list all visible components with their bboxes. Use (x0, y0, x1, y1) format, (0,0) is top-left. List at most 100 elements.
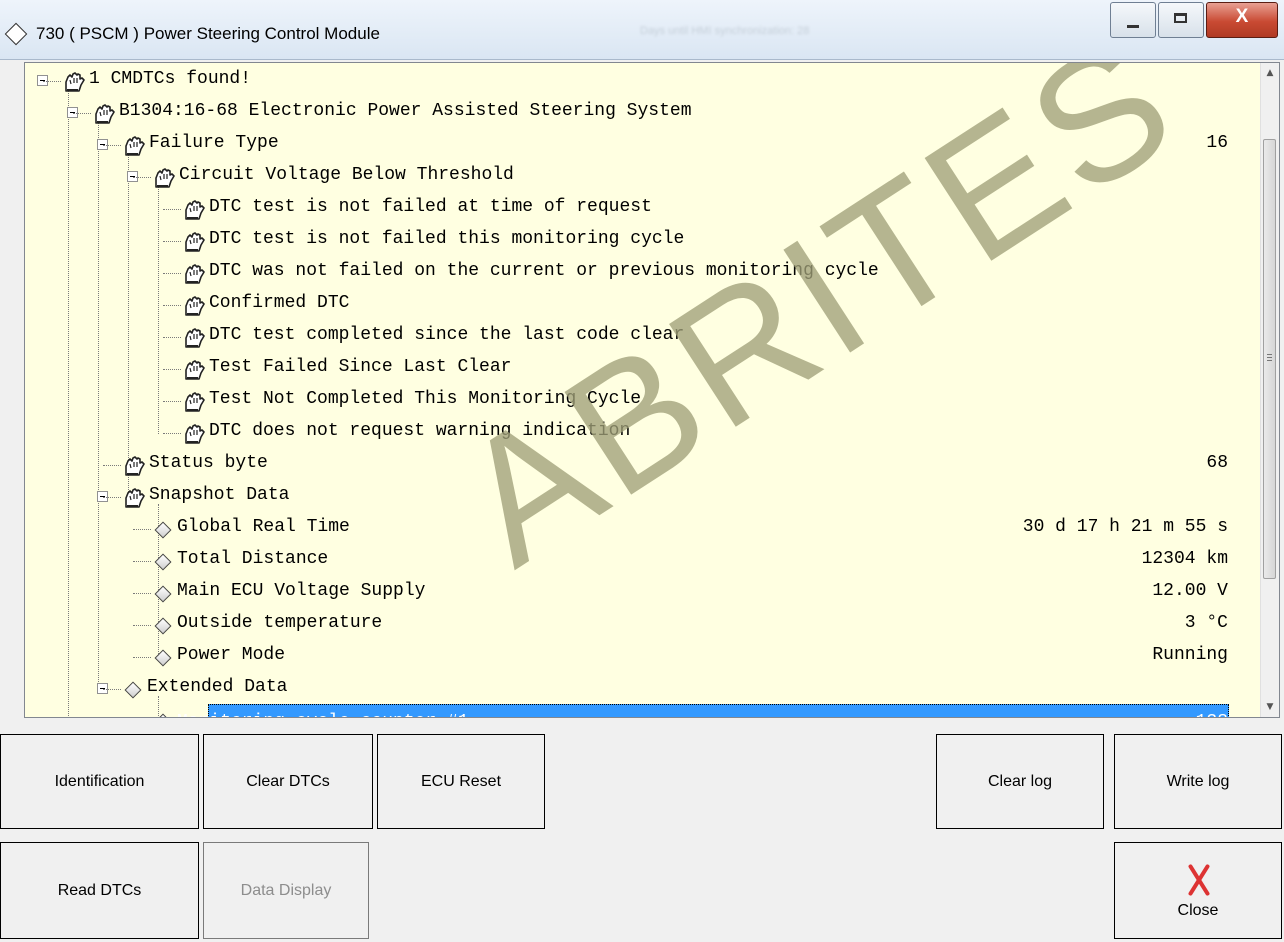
tree-row[interactable]: Failure Type 16 (25, 128, 1261, 160)
write-log-label: Write log (1166, 772, 1230, 790)
tree-row-label: DTC test is not failed this monitoring c… (209, 229, 685, 249)
tree-connector (163, 241, 181, 242)
glove-hand-icon (183, 327, 205, 349)
data-display-button[interactable]: Data Display (203, 842, 369, 939)
vertical-scrollbar[interactable]: ▲ ▼ (1260, 63, 1279, 717)
tree-row[interactable]: DTC was not failed on the current or pre… (25, 256, 1261, 288)
tree-row[interactable]: DTC test is not failed this monitoring c… (25, 224, 1261, 256)
tree-row-value: 68 (1206, 453, 1228, 473)
ecu-reset-label: ECU Reset (420, 772, 502, 790)
tree-row-label: Main ECU Voltage Supply (177, 581, 426, 601)
identification-button[interactable]: Identification (0, 734, 199, 829)
glove-hand-icon (183, 231, 205, 253)
tree-row-label: DTC test completed since the last code c… (209, 325, 685, 345)
tree-connector (133, 177, 151, 178)
tree-connector (163, 369, 181, 370)
glove-hand-icon (183, 391, 205, 413)
tree-row-label: Test Failed Since Last Clear (209, 357, 512, 377)
scrollbar-thumb[interactable] (1263, 139, 1276, 579)
read-dtcs-label: Read DTCs (57, 881, 142, 899)
tree-row-label: DTC does not request warning indication (209, 421, 631, 441)
window-subtitle: Days until HMI synchronization: 28 (640, 25, 810, 37)
tree-connector (163, 305, 181, 306)
tree-connector (163, 337, 181, 338)
glove-hand-icon (63, 71, 85, 93)
maximize-icon (1174, 13, 1187, 23)
glove-hand-icon (93, 103, 115, 125)
tree-row[interactable]: DTC does not request warning indication (25, 416, 1261, 448)
tree-connector (133, 593, 151, 594)
tree-row[interactable]: Outside temperature 3 °C (25, 608, 1261, 640)
tree-row[interactable]: Circuit Voltage Below Threshold (25, 160, 1261, 192)
tree-row[interactable]: Confirmed DTC (25, 288, 1261, 320)
tree-row[interactable]: DTC test is not failed at time of reques… (25, 192, 1261, 224)
tree-connector (133, 529, 151, 530)
tree-row-selected[interactable]: Monitoring cycle counter #1 138 (25, 704, 1261, 717)
dtc-tree-view[interactable]: 1 CMDTCs found! B1304:16-68 Electronic Po… (24, 62, 1280, 718)
close-x-icon (1183, 862, 1213, 896)
minimize-button[interactable] (1110, 2, 1156, 38)
tree-row-value: 138 (1196, 712, 1228, 717)
tree-row-value: 16 (1206, 133, 1228, 153)
clear-dtcs-button[interactable]: Clear DTCs (203, 734, 373, 829)
tree-connector (133, 657, 151, 658)
tree-row[interactable]: Extended Data (25, 672, 1261, 704)
tree-connector (133, 625, 151, 626)
tree-row-label: B1304:16-68 Electronic Power Assisted St… (119, 101, 692, 121)
tree-row-label: DTC test is not failed at time of reques… (209, 197, 652, 217)
tree-row-label: Circuit Voltage Below Threshold (179, 165, 514, 185)
identification-label: Identification (54, 772, 145, 790)
tree-row[interactable]: 1 CMDTCs found! (25, 64, 1261, 96)
diamond-icon (154, 553, 172, 571)
tree-connector (163, 433, 181, 434)
tree-row-value: 12304 km (1141, 549, 1228, 569)
tree-row-value: 30 d 17 h 21 m 55 s (1022, 517, 1228, 537)
glove-hand-icon (183, 359, 205, 381)
tree-connector (103, 689, 121, 690)
close-label: Close (1177, 901, 1219, 919)
diamond-icon (124, 681, 142, 699)
tree-connector (133, 561, 151, 562)
tree-connector (103, 465, 121, 466)
minimize-icon (1127, 25, 1139, 28)
tree-row[interactable]: DTC test completed since the last code c… (25, 320, 1261, 352)
tree-row-label: Snapshot Data (149, 485, 290, 505)
glove-hand-icon (123, 487, 145, 509)
tree-row[interactable]: Test Not Completed This Monitoring Cycle (25, 384, 1261, 416)
ecu-reset-button[interactable]: ECU Reset (377, 734, 545, 829)
tree-row-label: Total Distance (177, 549, 329, 569)
tree-row-label: Outside temperature (177, 613, 383, 633)
diamond-icon (154, 713, 172, 717)
tree-row[interactable]: Power Mode Running (25, 640, 1261, 672)
tree-row[interactable]: Total Distance 12304 km (25, 544, 1261, 576)
window-close-button[interactable]: X (1206, 2, 1278, 38)
maximize-button[interactable] (1158, 2, 1204, 38)
clear-dtcs-label: Clear DTCs (246, 772, 330, 790)
clear-log-button[interactable]: Clear log (936, 734, 1104, 829)
tree-connector (163, 209, 181, 210)
scroll-up-icon[interactable]: ▲ (1261, 63, 1279, 83)
data-display-label: Data Display (240, 881, 332, 899)
tree-row-value: Running (1152, 645, 1228, 665)
write-log-button[interactable]: Write log (1114, 734, 1282, 829)
diamond-icon (154, 649, 172, 667)
tree-row[interactable]: Global Real Time 30 d 17 h 21 m 55 s (25, 512, 1261, 544)
glove-hand-icon (183, 423, 205, 445)
tree-row-label: DTC was not failed on the current or pre… (209, 261, 879, 281)
tree-row-label: 1 CMDTCs found! (89, 69, 252, 89)
window-title: 730 ( PSCM ) Power Steering Control Modu… (36, 24, 380, 43)
glove-hand-icon (183, 295, 205, 317)
tree-connector (73, 113, 91, 114)
diamond-icon (154, 585, 172, 603)
glove-hand-icon (153, 167, 175, 189)
close-button[interactable]: Close (1114, 842, 1282, 939)
tree-row[interactable]: B1304:16-68 Electronic Power Assisted St… (25, 96, 1261, 128)
scroll-down-icon[interactable]: ▼ (1261, 697, 1279, 717)
tree-row[interactable]: Main ECU Voltage Supply 12.00 V (25, 576, 1261, 608)
tree-row[interactable]: Test Failed Since Last Clear (25, 352, 1261, 384)
read-dtcs-button[interactable]: Read DTCs (0, 842, 199, 939)
tree-row-label: Global Real Time (177, 517, 350, 537)
tree-row[interactable]: Status byte 68 (25, 448, 1261, 480)
tree-row[interactable]: Snapshot Data (25, 480, 1261, 512)
glove-hand-icon (183, 263, 205, 285)
